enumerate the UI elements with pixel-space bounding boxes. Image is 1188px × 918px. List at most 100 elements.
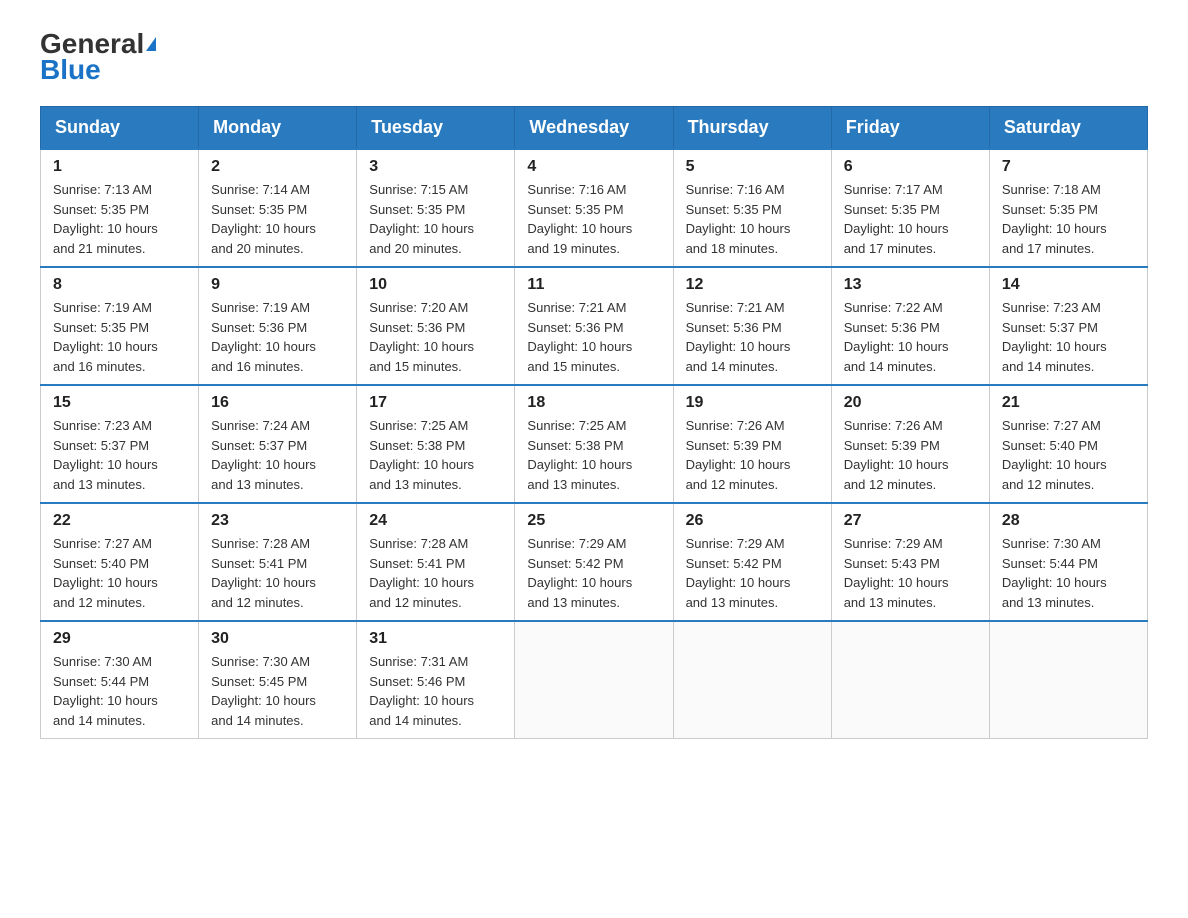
day-info: Sunrise: 7:25 AM Sunset: 5:38 PM Dayligh… [527,416,660,494]
day-number: 22 [53,512,186,530]
day-info: Sunrise: 7:15 AM Sunset: 5:35 PM Dayligh… [369,180,502,258]
day-info: Sunrise: 7:25 AM Sunset: 5:38 PM Dayligh… [369,416,502,494]
logo: General Blue [40,30,156,86]
calendar-cell: 14 Sunrise: 7:23 AM Sunset: 5:37 PM Dayl… [989,267,1147,385]
calendar-week-row: 22 Sunrise: 7:27 AM Sunset: 5:40 PM Dayl… [41,503,1148,621]
page-header: General Blue [40,30,1148,86]
day-info: Sunrise: 7:27 AM Sunset: 5:40 PM Dayligh… [1002,416,1135,494]
calendar-cell: 12 Sunrise: 7:21 AM Sunset: 5:36 PM Dayl… [673,267,831,385]
calendar-cell [515,621,673,739]
day-info: Sunrise: 7:31 AM Sunset: 5:46 PM Dayligh… [369,652,502,730]
day-number: 13 [844,276,977,294]
col-header-friday: Friday [831,107,989,150]
day-info: Sunrise: 7:30 AM Sunset: 5:45 PM Dayligh… [211,652,344,730]
day-info: Sunrise: 7:30 AM Sunset: 5:44 PM Dayligh… [53,652,186,730]
calendar-header-row: SundayMondayTuesdayWednesdayThursdayFrid… [41,107,1148,150]
calendar-cell: 25 Sunrise: 7:29 AM Sunset: 5:42 PM Dayl… [515,503,673,621]
calendar-cell: 31 Sunrise: 7:31 AM Sunset: 5:46 PM Dayl… [357,621,515,739]
calendar-cell: 16 Sunrise: 7:24 AM Sunset: 5:37 PM Dayl… [199,385,357,503]
day-number: 7 [1002,158,1135,176]
calendar-cell: 29 Sunrise: 7:30 AM Sunset: 5:44 PM Dayl… [41,621,199,739]
calendar-cell [831,621,989,739]
day-info: Sunrise: 7:29 AM Sunset: 5:43 PM Dayligh… [844,534,977,612]
day-info: Sunrise: 7:21 AM Sunset: 5:36 PM Dayligh… [686,298,819,376]
day-number: 8 [53,276,186,294]
day-number: 12 [686,276,819,294]
calendar-week-row: 15 Sunrise: 7:23 AM Sunset: 5:37 PM Dayl… [41,385,1148,503]
day-number: 25 [527,512,660,530]
day-info: Sunrise: 7:23 AM Sunset: 5:37 PM Dayligh… [1002,298,1135,376]
day-info: Sunrise: 7:19 AM Sunset: 5:36 PM Dayligh… [211,298,344,376]
calendar-cell: 23 Sunrise: 7:28 AM Sunset: 5:41 PM Dayl… [199,503,357,621]
day-number: 11 [527,276,660,294]
calendar-cell: 9 Sunrise: 7:19 AM Sunset: 5:36 PM Dayli… [199,267,357,385]
day-info: Sunrise: 7:22 AM Sunset: 5:36 PM Dayligh… [844,298,977,376]
day-number: 17 [369,394,502,412]
day-info: Sunrise: 7:24 AM Sunset: 5:37 PM Dayligh… [211,416,344,494]
day-info: Sunrise: 7:26 AM Sunset: 5:39 PM Dayligh… [686,416,819,494]
day-info: Sunrise: 7:14 AM Sunset: 5:35 PM Dayligh… [211,180,344,258]
col-header-wednesday: Wednesday [515,107,673,150]
calendar-cell [673,621,831,739]
day-number: 29 [53,630,186,648]
col-header-sunday: Sunday [41,107,199,150]
logo-blue: Blue [40,54,101,86]
day-info: Sunrise: 7:20 AM Sunset: 5:36 PM Dayligh… [369,298,502,376]
calendar-cell: 6 Sunrise: 7:17 AM Sunset: 5:35 PM Dayli… [831,149,989,267]
day-number: 10 [369,276,502,294]
day-number: 9 [211,276,344,294]
col-header-monday: Monday [199,107,357,150]
day-info: Sunrise: 7:17 AM Sunset: 5:35 PM Dayligh… [844,180,977,258]
day-number: 3 [369,158,502,176]
day-info: Sunrise: 7:16 AM Sunset: 5:35 PM Dayligh… [686,180,819,258]
day-info: Sunrise: 7:28 AM Sunset: 5:41 PM Dayligh… [211,534,344,612]
calendar-cell: 5 Sunrise: 7:16 AM Sunset: 5:35 PM Dayli… [673,149,831,267]
calendar-cell: 26 Sunrise: 7:29 AM Sunset: 5:42 PM Dayl… [673,503,831,621]
calendar-cell: 30 Sunrise: 7:30 AM Sunset: 5:45 PM Dayl… [199,621,357,739]
calendar-cell: 20 Sunrise: 7:26 AM Sunset: 5:39 PM Dayl… [831,385,989,503]
day-number: 15 [53,394,186,412]
day-number: 6 [844,158,977,176]
calendar-cell: 11 Sunrise: 7:21 AM Sunset: 5:36 PM Dayl… [515,267,673,385]
calendar-cell: 24 Sunrise: 7:28 AM Sunset: 5:41 PM Dayl… [357,503,515,621]
calendar-cell: 1 Sunrise: 7:13 AM Sunset: 5:35 PM Dayli… [41,149,199,267]
day-info: Sunrise: 7:27 AM Sunset: 5:40 PM Dayligh… [53,534,186,612]
day-info: Sunrise: 7:19 AM Sunset: 5:35 PM Dayligh… [53,298,186,376]
day-info: Sunrise: 7:30 AM Sunset: 5:44 PM Dayligh… [1002,534,1135,612]
day-info: Sunrise: 7:21 AM Sunset: 5:36 PM Dayligh… [527,298,660,376]
day-number: 23 [211,512,344,530]
calendar-cell: 21 Sunrise: 7:27 AM Sunset: 5:40 PM Dayl… [989,385,1147,503]
calendar-cell: 10 Sunrise: 7:20 AM Sunset: 5:36 PM Dayl… [357,267,515,385]
calendar-cell: 19 Sunrise: 7:26 AM Sunset: 5:39 PM Dayl… [673,385,831,503]
calendar-table: SundayMondayTuesdayWednesdayThursdayFrid… [40,106,1148,739]
calendar-cell: 2 Sunrise: 7:14 AM Sunset: 5:35 PM Dayli… [199,149,357,267]
calendar-week-row: 1 Sunrise: 7:13 AM Sunset: 5:35 PM Dayli… [41,149,1148,267]
day-info: Sunrise: 7:29 AM Sunset: 5:42 PM Dayligh… [527,534,660,612]
col-header-thursday: Thursday [673,107,831,150]
calendar-cell: 4 Sunrise: 7:16 AM Sunset: 5:35 PM Dayli… [515,149,673,267]
day-number: 5 [686,158,819,176]
day-info: Sunrise: 7:23 AM Sunset: 5:37 PM Dayligh… [53,416,186,494]
day-info: Sunrise: 7:18 AM Sunset: 5:35 PM Dayligh… [1002,180,1135,258]
calendar-cell: 17 Sunrise: 7:25 AM Sunset: 5:38 PM Dayl… [357,385,515,503]
logo-triangle-icon [146,37,156,51]
calendar-cell: 3 Sunrise: 7:15 AM Sunset: 5:35 PM Dayli… [357,149,515,267]
day-info: Sunrise: 7:28 AM Sunset: 5:41 PM Dayligh… [369,534,502,612]
day-number: 18 [527,394,660,412]
calendar-cell: 8 Sunrise: 7:19 AM Sunset: 5:35 PM Dayli… [41,267,199,385]
col-header-saturday: Saturday [989,107,1147,150]
day-number: 27 [844,512,977,530]
day-number: 2 [211,158,344,176]
calendar-cell [989,621,1147,739]
day-number: 28 [1002,512,1135,530]
col-header-tuesday: Tuesday [357,107,515,150]
calendar-cell: 27 Sunrise: 7:29 AM Sunset: 5:43 PM Dayl… [831,503,989,621]
day-number: 26 [686,512,819,530]
day-number: 21 [1002,394,1135,412]
calendar-cell: 28 Sunrise: 7:30 AM Sunset: 5:44 PM Dayl… [989,503,1147,621]
day-number: 4 [527,158,660,176]
day-number: 30 [211,630,344,648]
day-number: 19 [686,394,819,412]
day-number: 1 [53,158,186,176]
day-number: 31 [369,630,502,648]
